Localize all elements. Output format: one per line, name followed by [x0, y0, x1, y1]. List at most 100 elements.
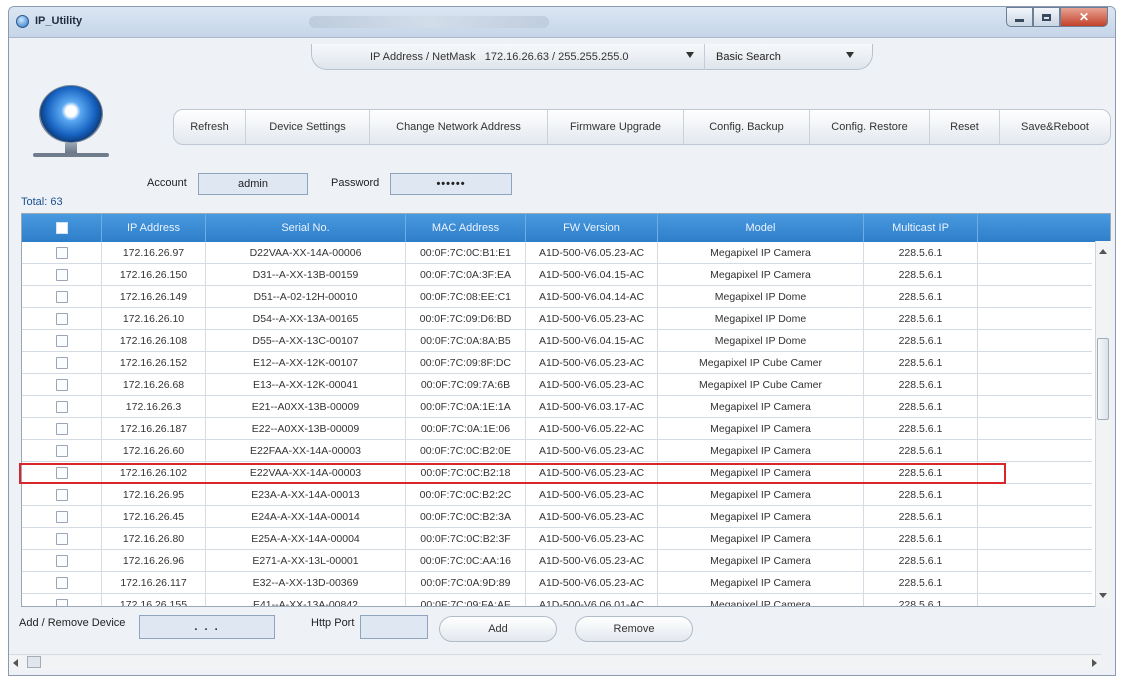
row-checkbox[interactable] [55, 290, 68, 303]
scroll-left-icon[interactable] [13, 659, 18, 667]
row-checkbox[interactable] [55, 532, 68, 545]
table-row[interactable]: 172.16.26.60 E22FAA-XX-14A-00003 00:0F:7C:… [22, 440, 1092, 462]
close-button[interactable]: ✕ [1060, 7, 1108, 27]
table-row[interactable]: 172.16.26.117 E32--A-XX-13D-00369 00:0F:7C… [22, 572, 1092, 594]
serial-no-cell: E23A-A-XX-14A-00013 [206, 484, 406, 505]
row-checkbox[interactable] [55, 422, 68, 435]
row-checkbox[interactable] [55, 246, 68, 259]
maximize-button[interactable] [1033, 7, 1060, 27]
http-port-input[interactable] [360, 615, 428, 639]
table-row[interactable]: 172.16.26.155 E41--A-XX-13A-00842 00:0F:7C… [22, 594, 1092, 606]
fw-version-cell: A1D-500-V6.05.23-AC [526, 550, 658, 571]
row-checkbox-cell [22, 308, 102, 329]
scroll-up-icon[interactable] [1099, 249, 1107, 254]
logo-base [33, 153, 109, 157]
table-row[interactable]: 172.16.26.95 E23A-A-XX-14A-00013 00:0F:7C:… [22, 484, 1092, 506]
row-checkbox[interactable] [55, 598, 68, 606]
save-reboot-button[interactable]: Save&Reboot [1000, 110, 1110, 144]
empty-cell [978, 462, 1092, 483]
header-model[interactable]: Model [658, 214, 864, 242]
header-mac-address[interactable]: MAC Address [406, 214, 526, 242]
row-checkbox[interactable] [55, 444, 68, 457]
empty-cell [978, 572, 1092, 593]
empty-cell [978, 418, 1092, 439]
row-checkbox-cell [22, 242, 102, 263]
row-checkbox[interactable] [55, 312, 68, 325]
table-row[interactable]: 172.16.26.97 D22VAA-XX-14A-00006 00:0F:7C:… [22, 242, 1092, 264]
row-checkbox[interactable] [55, 488, 68, 501]
table-row[interactable]: 172.16.26.152 E12--A-XX-12K-00107 00:0F:7C… [22, 352, 1092, 374]
header-multicast-ip[interactable]: Multicast IP [864, 214, 978, 242]
horizontal-scroll-thumb[interactable] [27, 656, 41, 668]
fw-version-cell: A1D-500-V6.05.23-AC [526, 528, 658, 549]
row-checkbox-cell [22, 286, 102, 307]
remove-button[interactable]: Remove [575, 616, 693, 642]
row-checkbox[interactable] [55, 554, 68, 567]
config-backup-button[interactable]: Config. Backup [684, 110, 810, 144]
serial-no-cell: E12--A-XX-12K-00107 [206, 352, 406, 373]
search-bar-divider [704, 44, 705, 70]
row-checkbox[interactable] [55, 400, 68, 413]
row-checkbox-cell [22, 440, 102, 461]
ip-netmask-selector[interactable]: IP Address / NetMask 172.16.26.63 / 255.… [370, 51, 629, 63]
header-serial-no[interactable]: Serial No. [206, 214, 406, 242]
ip-address-cell: 172.16.26.96 [102, 550, 206, 571]
vertical-scroll-thumb[interactable] [1097, 338, 1109, 420]
firmware-upgrade-button[interactable]: Firmware Upgrade [548, 110, 684, 144]
table-row[interactable]: 172.16.26.108 D55--A-XX-13C-00107 00:0F:7C… [22, 330, 1092, 352]
password-field[interactable]: •••••• [390, 173, 512, 195]
config-restore-button[interactable]: Config. Restore [810, 110, 930, 144]
ip-address-cell: 172.16.26.95 [102, 484, 206, 505]
ip-address-cell: 172.16.26.10 [102, 308, 206, 329]
refresh-button[interactable]: Refresh [174, 110, 246, 144]
table-row[interactable]: 172.16.26.150 D31--A-XX-13B-00159 00:0F:7C… [22, 264, 1092, 286]
multicast-ip-cell: 228.5.6.1 [864, 528, 978, 549]
row-checkbox[interactable] [55, 576, 68, 589]
table-row[interactable]: 172.16.26.102 E22VAA-XX-14A-00003 00:0F:7C… [22, 462, 1092, 484]
model-cell: Megapixel IP Dome [658, 330, 864, 351]
device-settings-button[interactable]: Device Settings [246, 110, 370, 144]
add-button[interactable]: Add [439, 616, 557, 642]
search-mode-select[interactable]: Basic Search [716, 51, 781, 63]
model-cell: Megapixel IP Dome [658, 286, 864, 307]
ip-address-cell: 172.16.26.60 [102, 440, 206, 461]
table-row[interactable]: 172.16.26.80 E25A-A-XX-14A-00004 00:0F:7C:… [22, 528, 1092, 550]
select-all-header [22, 214, 102, 242]
serial-no-cell: E22VAA-XX-14A-00003 [206, 462, 406, 483]
row-checkbox[interactable] [55, 268, 68, 281]
window-title: IP_Utility [35, 15, 83, 27]
minimize-button[interactable] [1006, 7, 1033, 27]
row-checkbox-cell [22, 528, 102, 549]
fw-version-cell: A1D-500-V6.05.23-AC [526, 242, 658, 263]
row-checkbox[interactable] [55, 510, 68, 523]
table-row[interactable]: 172.16.26.10 D54--A-XX-13A-00165 00:0F:7C:… [22, 308, 1092, 330]
toolbar: Refresh Device Settings Change Network A… [173, 109, 1111, 145]
select-all-checkbox[interactable] [55, 222, 68, 234]
account-field[interactable]: admin [198, 173, 308, 195]
change-network-address-button[interactable]: Change Network Address [370, 110, 548, 144]
header-ip-address[interactable]: IP Address [102, 214, 206, 242]
app-logo-icon [16, 15, 29, 28]
scroll-right-icon[interactable] [1092, 659, 1097, 667]
maximize-icon [1042, 13, 1051, 21]
horizontal-scrollbar[interactable] [9, 654, 1101, 670]
mac-address-cell: 00:0F:7C:0A:1E:06 [406, 418, 526, 439]
vertical-scrollbar[interactable] [1095, 241, 1111, 607]
table-row[interactable]: 172.16.26.3 E21--A0XX-13B-00009 00:0F:7C:0… [22, 396, 1092, 418]
header-fw-version[interactable]: FW Version [526, 214, 658, 242]
table-row[interactable]: 172.16.26.149 D51--A-02-12H-00010 00:0F:7C… [22, 286, 1092, 308]
row-checkbox[interactable] [55, 334, 68, 347]
reset-button[interactable]: Reset [930, 110, 1000, 144]
row-checkbox[interactable] [55, 466, 68, 479]
table-row[interactable]: 172.16.26.68 E13--A-XX-12K-00041 00:0F:7C:… [22, 374, 1092, 396]
table-row[interactable]: 172.16.26.45 E24A-A-XX-14A-00014 00:0F:7C:… [22, 506, 1092, 528]
multicast-ip-cell: 228.5.6.1 [864, 572, 978, 593]
ip-netmask-dropdown-icon[interactable] [686, 52, 694, 58]
device-ip-input[interactable]: . . . [139, 615, 275, 639]
search-mode-dropdown-icon[interactable] [846, 52, 854, 58]
row-checkbox[interactable] [55, 356, 68, 369]
scroll-down-icon[interactable] [1099, 593, 1107, 598]
row-checkbox[interactable] [55, 378, 68, 391]
table-row[interactable]: 172.16.26.187 E22--A0XX-13B-00009 00:0F:7C… [22, 418, 1092, 440]
table-row[interactable]: 172.16.26.96 E271-A-XX-13L-00001 00:0F:7C:… [22, 550, 1092, 572]
